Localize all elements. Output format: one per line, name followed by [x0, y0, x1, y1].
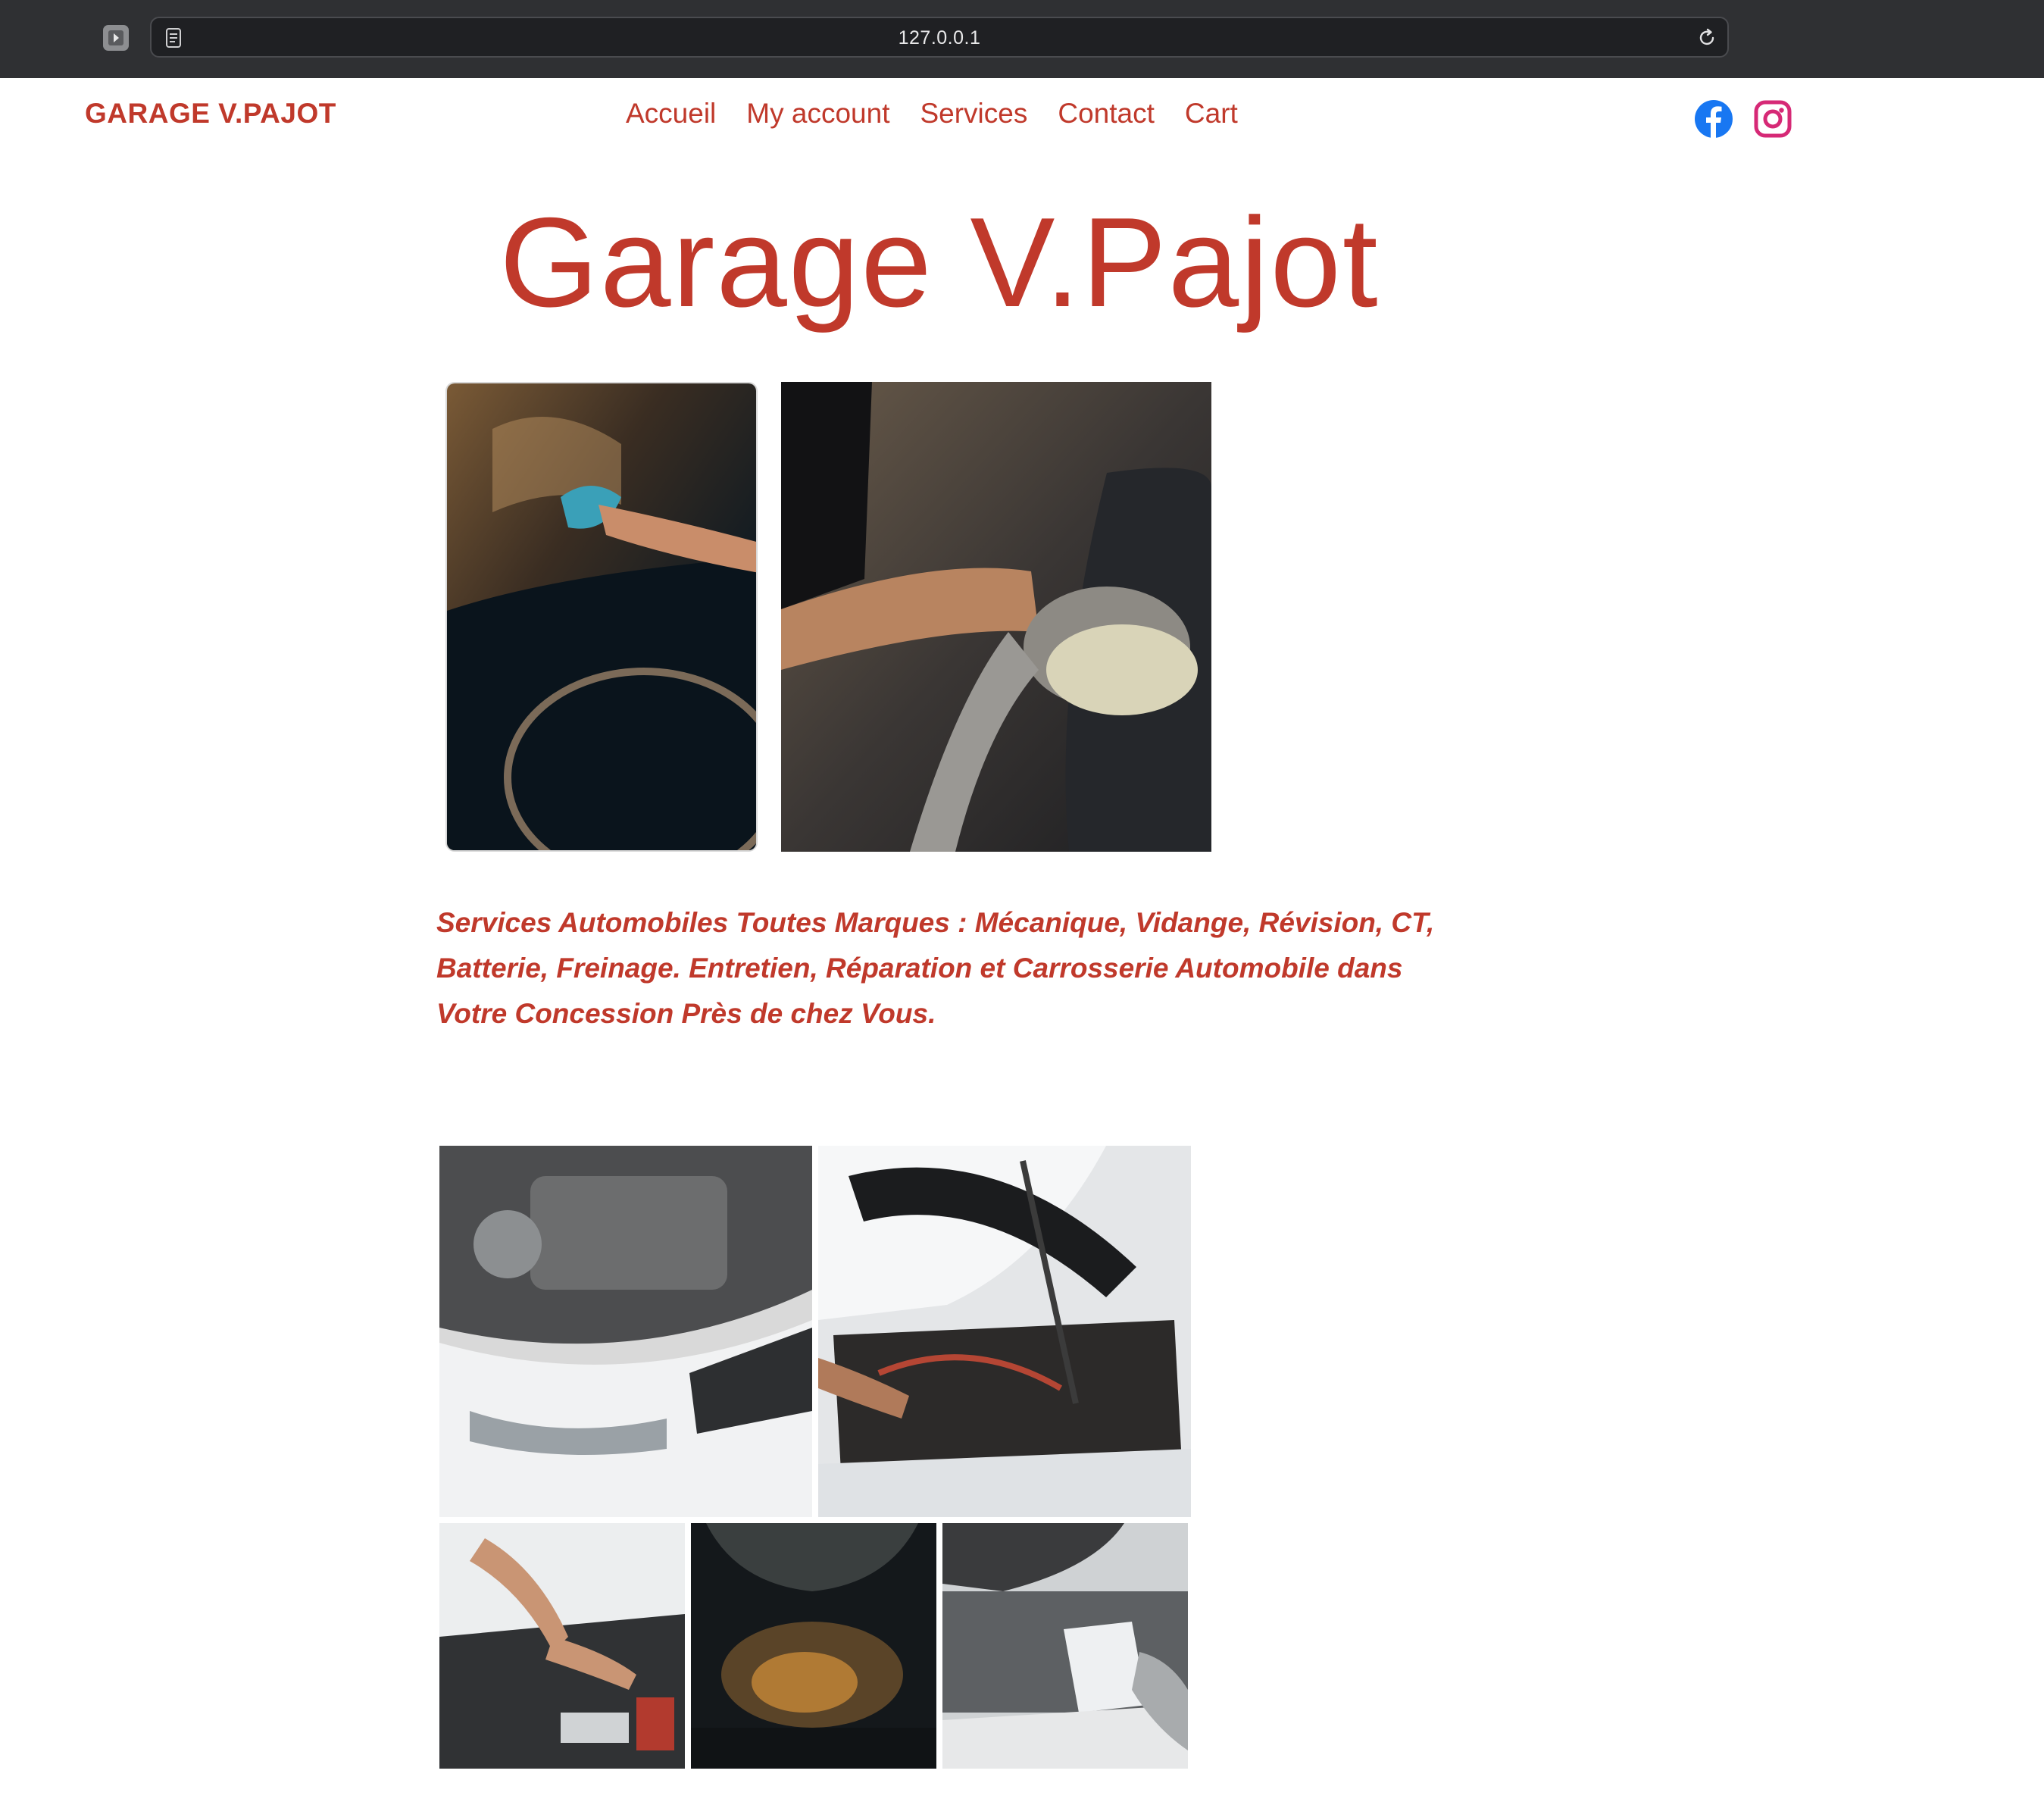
nav-link-services[interactable]: Services	[920, 98, 1027, 130]
reload-icon[interactable]	[1697, 28, 1717, 51]
nav-link-cart[interactable]: Cart	[1185, 98, 1238, 130]
url-text: 127.0.0.1	[898, 27, 981, 48]
address-bar[interactable]: 127.0.0.1	[150, 17, 1729, 58]
page-title: Garage V.Pajot	[499, 191, 1380, 333]
site-header: GARAGE V.PAJOT Accueil My account Servic…	[0, 78, 2044, 154]
photo-laptop-diagnostic	[942, 1523, 1188, 1769]
nav-link-contact[interactable]: Contact	[1058, 98, 1155, 130]
site-logo[interactable]: GARAGE V.PAJOT	[85, 98, 336, 130]
photo-mechanic-diagnostic	[818, 1146, 1191, 1517]
instagram-icon[interactable]	[1753, 99, 1792, 139]
facebook-icon[interactable]	[1694, 99, 1733, 139]
photo-car-polishing-cloth	[445, 382, 758, 852]
nav-link-my-account[interactable]: My account	[746, 98, 889, 130]
photo-engine-bay-white-car	[439, 1146, 812, 1517]
social-links	[1694, 99, 1792, 139]
nav-link-accueil[interactable]: Accueil	[626, 98, 716, 130]
main-nav: Accueil My account Services Contact Cart	[626, 98, 1238, 130]
photo-engine-warm-light	[691, 1523, 936, 1769]
services-tagline: Services Automobiles Toutes Marques : Mé…	[436, 907, 1435, 1029]
browser-toolbar: 127.0.0.1	[0, 0, 2044, 78]
photo-car-sanding	[781, 382, 1211, 852]
shield-icon[interactable]	[103, 25, 129, 51]
photo-mechanic-hand-engine	[439, 1523, 685, 1769]
